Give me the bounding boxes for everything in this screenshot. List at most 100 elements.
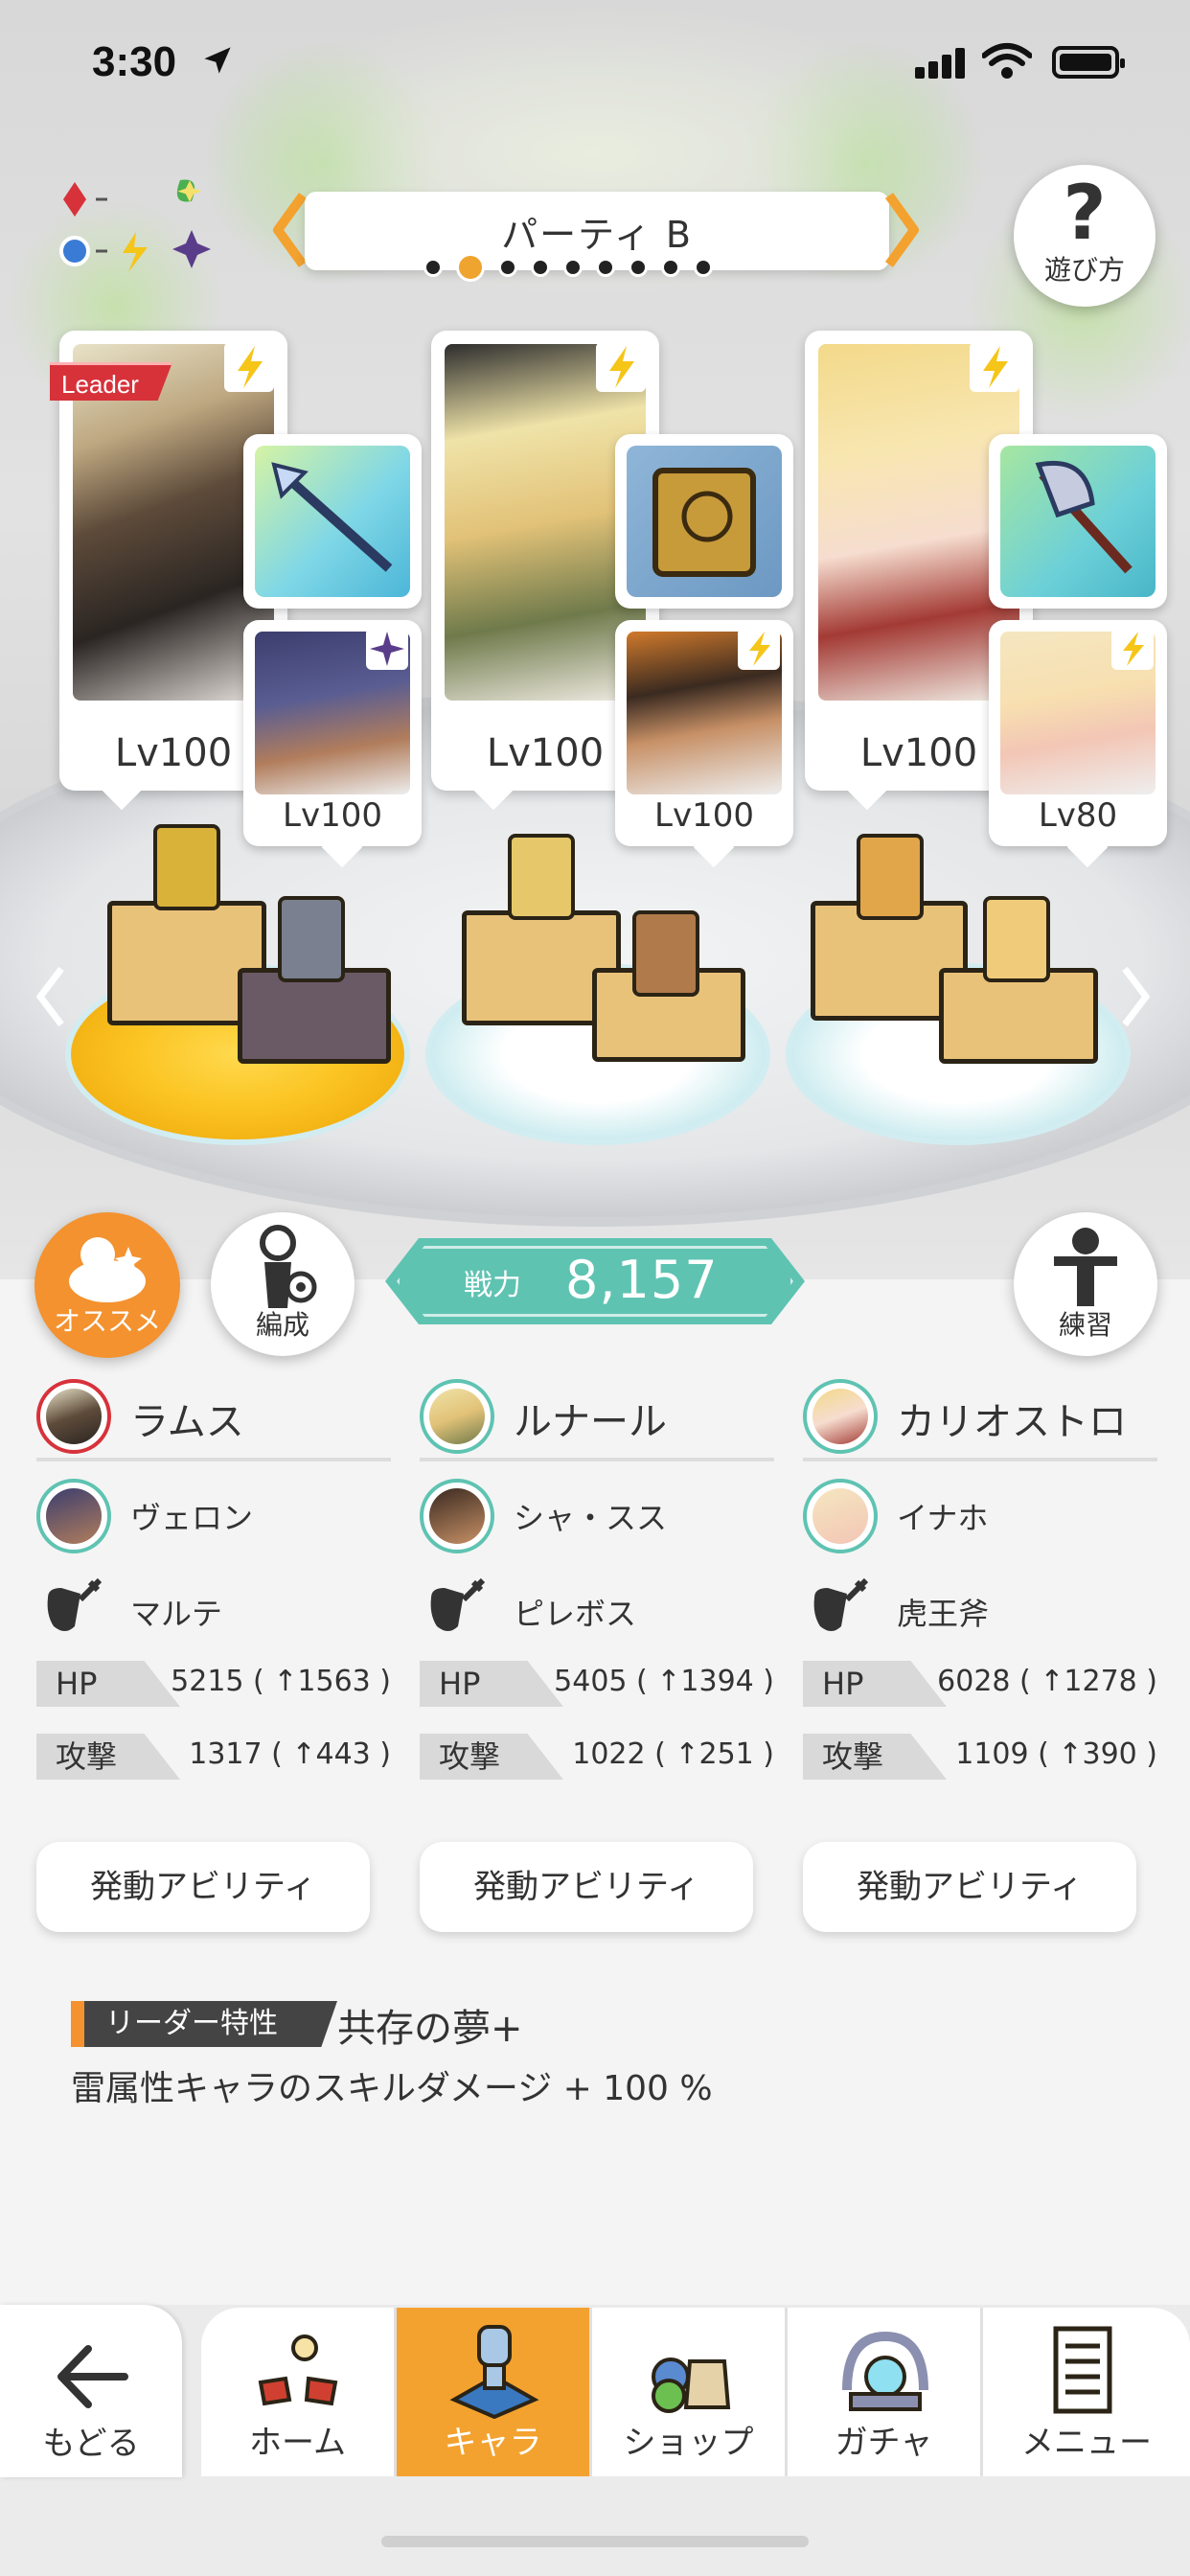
tab-menu[interactable]: メニュー <box>983 2308 1190 2476</box>
question-mark-icon: ? <box>1063 171 1107 257</box>
weapon-row[interactable]: 虎王斧 <box>803 1557 1157 1653</box>
avatar <box>803 1479 878 1553</box>
hp-label: HP <box>36 1661 180 1707</box>
weapon-row[interactable]: ピレボス <box>420 1557 774 1653</box>
weapon-shield-icon <box>813 1577 869 1631</box>
leader-trait-name: 共存の夢+ <box>337 2007 523 2051</box>
party-prev-arrow[interactable] <box>270 192 309 268</box>
ability-button-3[interactable]: 発動アビリティ <box>803 1842 1136 1932</box>
character-icon <box>449 2325 539 2419</box>
cellular-signal-icon <box>915 46 967 79</box>
party-slot-1[interactable]: Lv100 Lv100 <box>59 331 422 868</box>
ability-button-2[interactable]: 発動アビリティ <box>420 1842 753 1932</box>
avatar <box>420 1479 494 1553</box>
main-character-row[interactable]: ラムス <box>36 1375 391 1461</box>
home-icon <box>258 2334 338 2406</box>
attack-row: 攻撃 1317 ( ↑443 ) <box>36 1726 391 1799</box>
home-indicator <box>381 2536 809 2547</box>
main-character-name: ルナール <box>514 1400 667 1444</box>
hp-label: HP <box>420 1661 563 1707</box>
weapon-name: 虎王斧 <box>897 1596 990 1632</box>
scene-left-arrow[interactable] <box>33 963 71 1030</box>
slot-1-details: ラムス ヴェロン マルテ HP 5215 ( ↑1563 ) 攻撃 1317 (… <box>36 1375 391 1799</box>
ability-button-1[interactable]: 発動アビリティ <box>36 1842 370 1932</box>
leader-trait-label: リーダー特性 <box>71 2001 337 2047</box>
slot-2-details: ルナール シャ・スス ピレボス HP 5405 ( ↑1394 ) 攻撃 102… <box>420 1375 774 1799</box>
party-page-dot[interactable] <box>456 253 485 282</box>
party-slot-2[interactable]: Lv100 Lv100 <box>431 331 793 868</box>
sub-character-name: シャ・スス <box>514 1500 668 1536</box>
person-gear-icon <box>260 1225 317 1308</box>
back-label: もどる <box>42 2425 140 2463</box>
sub-level: Lv100 <box>283 796 382 835</box>
avatar <box>36 1479 111 1553</box>
tab-shop-label: ショップ <box>623 2424 754 2462</box>
attack-label: 攻撃 <box>36 1734 180 1780</box>
attack-label: 攻撃 <box>803 1734 947 1780</box>
weapon-name: ピレボス <box>514 1596 637 1632</box>
tab-gacha-label: ガチャ <box>835 2424 933 2462</box>
hp-row: HP 5405 ( ↑1394 ) <box>420 1653 774 1726</box>
tab-chara-label: キャラ <box>444 2424 542 2462</box>
character-sprite <box>632 910 699 997</box>
weapon-card[interactable] <box>615 434 793 609</box>
scene-right-arrow[interactable] <box>1115 963 1154 1030</box>
battery-icon <box>1052 46 1125 79</box>
party-page-dot[interactable] <box>694 258 713 277</box>
party-page-dot[interactable] <box>629 258 648 277</box>
recommend-button[interactable]: オススメ <box>34 1212 180 1358</box>
slot-3-details: カリオストロ イナホ 虎王斧 HP 6028 ( ↑1278 ) 攻撃 1109… <box>803 1375 1157 1799</box>
character-sprite <box>278 896 345 982</box>
weapon-card[interactable] <box>989 434 1167 609</box>
party-page-dot[interactable] <box>423 258 443 277</box>
practice-button[interactable]: 練習 <box>1014 1212 1157 1356</box>
back-arrow-icon <box>57 2345 128 2408</box>
help-label: 遊び方 <box>1043 254 1125 286</box>
weapon-name: マルテ <box>130 1596 223 1632</box>
sub-character-name: イナホ <box>897 1500 989 1536</box>
attack-row: 攻撃 1022 ( ↑251 ) <box>420 1726 774 1799</box>
sprite-block <box>939 968 1098 1064</box>
party-name: パーティ B <box>501 214 693 256</box>
tab-chara[interactable]: キャラ <box>397 2308 592 2476</box>
status-bar: 3:30 <box>0 0 1190 126</box>
weapon-card[interactable] <box>243 434 422 609</box>
thunder-icon <box>738 628 780 670</box>
leader-tag: Leader <box>50 362 172 401</box>
formation-button[interactable]: 編成 <box>211 1212 355 1356</box>
leader-trait-description: 雷属性キャラのスキルダメージ + 100 % <box>71 2069 713 2108</box>
power-value: 8,157 <box>565 1250 719 1310</box>
tab-gacha[interactable]: ガチャ <box>788 2308 983 2476</box>
party-page-dot[interactable] <box>661 258 680 277</box>
party-page-dot[interactable] <box>498 258 517 277</box>
tab-home[interactable]: ホーム <box>201 2308 397 2476</box>
avatar <box>803 1379 878 1454</box>
main-character-row[interactable]: カリオストロ <box>803 1375 1157 1461</box>
thunder-icon <box>224 342 274 392</box>
character-sprite <box>153 824 220 910</box>
attack-value: 1109 ( ↑390 ) <box>955 1737 1157 1771</box>
main-character-row[interactable]: ルナール <box>420 1375 774 1461</box>
sub-character-row[interactable]: シャ・スス <box>420 1461 774 1557</box>
party-page-dot[interactable] <box>531 258 550 277</box>
tab-shop[interactable]: ショップ <box>592 2308 788 2476</box>
sub-character-row[interactable]: ヴェロン <box>36 1461 391 1557</box>
sprite-block <box>238 968 391 1064</box>
help-button[interactable]: ? 遊び方 <box>1014 165 1156 307</box>
party-page-dot[interactable] <box>563 258 583 277</box>
party-page-dot[interactable] <box>596 258 615 277</box>
party-next-arrow[interactable] <box>883 192 922 268</box>
weapon-row[interactable]: マルテ <box>36 1557 391 1653</box>
hp-value: 5405 ( ↑1394 ) <box>554 1665 774 1698</box>
sub-character-row[interactable]: イナホ <box>803 1461 1157 1557</box>
party-slot-3[interactable]: Lv100 Lv80 <box>805 331 1167 868</box>
back-button[interactable]: もどる <box>0 2305 182 2477</box>
spear-weapon-icon <box>255 446 410 597</box>
sub-character-name: ヴェロン <box>130 1500 254 1536</box>
attack-value: 1317 ( ↑443 ) <box>189 1737 391 1771</box>
thunder-icon <box>596 342 646 392</box>
party-page-dots <box>423 251 713 284</box>
character-sprite <box>508 834 575 920</box>
wifi-icon <box>982 43 1032 79</box>
element-chart-icon <box>59 179 211 272</box>
